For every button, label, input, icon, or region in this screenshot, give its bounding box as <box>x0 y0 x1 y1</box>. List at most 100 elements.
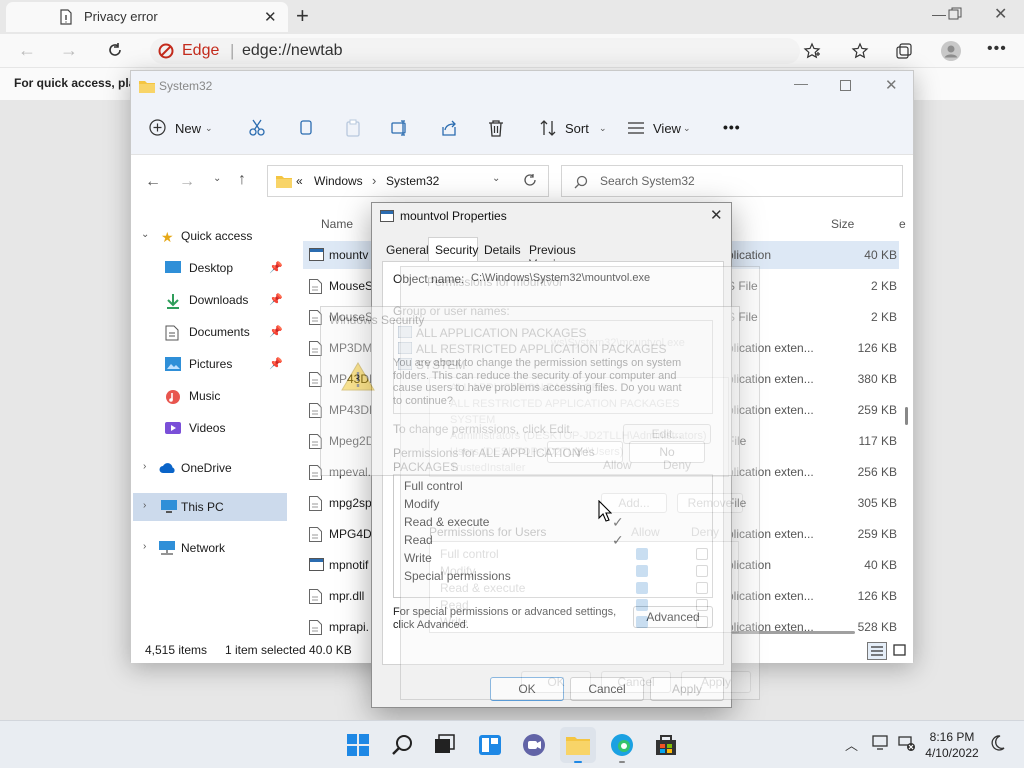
edge-tab[interactable]: Privacy error ✕ <box>6 2 288 32</box>
forward-arrow-icon[interactable]: → <box>60 40 78 61</box>
restore-icon[interactable] <box>948 7 962 21</box>
share-icon[interactable] <box>440 119 458 137</box>
collections-icon[interactable] <box>895 42 913 60</box>
notifications-moon-icon[interactable] <box>988 734 1006 752</box>
ghost-remove-button[interactable]: Remove <box>677 493 743 513</box>
ghost-allow-checkbox[interactable] <box>636 599 648 611</box>
widgets-icon[interactable] <box>472 727 508 763</box>
back-arrow-icon[interactable]: ← <box>18 40 36 61</box>
ghost-deny-checkbox[interactable] <box>696 548 708 560</box>
url-text[interactable]: edge://newtab <box>242 42 343 60</box>
settings-more-icon[interactable]: ••• <box>987 40 1007 58</box>
up-arrow-icon[interactable]: ↑ <box>238 171 246 189</box>
show-hidden-icons-chevron-icon[interactable]: ︿ <box>845 735 858 754</box>
network-expand-icon[interactable]: › <box>143 541 146 552</box>
sidebar-item-pictures[interactable]: Pictures 📌 <box>131 353 291 375</box>
delete-icon[interactable] <box>487 119 505 137</box>
ghost-apply-button[interactable]: Apply <box>681 671 751 693</box>
nav-back-icon[interactable]: ← <box>145 173 161 191</box>
nav-onedrive[interactable]: › OneDrive <box>131 457 303 479</box>
sidebar-item-desktop[interactable]: Desktop 📌 <box>131 257 291 279</box>
add-favorite-icon[interactable] <box>803 42 821 60</box>
sort-button[interactable]: Sort ⌄ <box>539 119 609 139</box>
favorites-icon[interactable] <box>851 42 869 60</box>
ghost-deny-checkbox[interactable] <box>696 582 708 594</box>
store-icon[interactable] <box>648 727 684 763</box>
paste-icon[interactable] <box>344 119 362 137</box>
chat-icon[interactable] <box>516 727 552 763</box>
nav-forward-icon[interactable]: → <box>179 173 195 191</box>
tab-previous-versions[interactable]: Previous Versions <box>525 241 617 271</box>
close-window-icon[interactable]: ✕ <box>994 4 1007 24</box>
file-explorer-taskbar-icon[interactable] <box>560 727 596 763</box>
view-button[interactable]: View ⌄ <box>627 119 697 139</box>
this-pc-expand-icon[interactable]: › <box>143 500 146 511</box>
profile-avatar-icon[interactable] <box>940 40 962 62</box>
explorer-refresh-icon[interactable] <box>523 173 537 187</box>
explorer-maximize-icon[interactable] <box>840 80 851 91</box>
task-view-icon[interactable] <box>426 727 462 763</box>
cut-icon[interactable] <box>248 119 266 137</box>
search-box[interactable]: Search System32 <box>561 165 903 197</box>
ghost-ok-button[interactable]: OK <box>521 671 591 693</box>
column-header-type-fragment[interactable]: e <box>899 217 906 231</box>
explorer-minimize-icon[interactable]: — <box>794 75 808 91</box>
rename-icon[interactable] <box>391 119 409 137</box>
onedrive-expand-icon[interactable]: › <box>143 461 146 472</box>
tab-security[interactable]: Security <box>428 237 478 261</box>
ghost-deny-checkbox[interactable] <box>696 565 708 577</box>
minimize-icon[interactable]: — <box>932 6 946 22</box>
ghost-allow-checkbox[interactable] <box>636 548 648 560</box>
ghost-permission-row: Modify <box>430 563 736 579</box>
ghost-no-button[interactable]: No <box>629 441 705 463</box>
refresh-icon[interactable] <box>106 41 124 59</box>
explorer-close-icon[interactable]: ✕ <box>885 76 898 94</box>
tab-general[interactable]: General <box>382 241 429 259</box>
breadcrumb-system32[interactable]: System32 <box>386 174 439 188</box>
column-header-name[interactable]: Name <box>321 217 353 231</box>
ghost-permission-row: Read & execute <box>430 580 736 596</box>
address-bar[interactable]: Edge | edge://newtab <box>150 38 800 64</box>
ghost-permission-name: Read & execute <box>440 581 526 595</box>
nav-this-pc[interactable]: › This PC <box>133 493 287 521</box>
taskbar-search-icon[interactable] <box>385 727 421 763</box>
details-view-icon[interactable] <box>867 642 887 660</box>
breadcrumb-overflow[interactable]: « <box>296 174 303 188</box>
ghost-allow-checkbox[interactable] <box>636 582 648 594</box>
props-close-icon[interactable]: ✕ <box>710 206 723 224</box>
new-button[interactable]: New ⌄ <box>149 119 219 139</box>
nav-network[interactable]: › Network <box>131 537 303 559</box>
sidebar-item-downloads[interactable]: Downloads 📌 <box>131 289 291 311</box>
ghost-cancel-button[interactable]: Cancel <box>601 671 671 693</box>
recent-locations-icon[interactable]: ⌄ <box>213 173 221 184</box>
clock-date[interactable]: 4/10/2022 <box>922 746 982 760</box>
ghost-allow-checkbox[interactable] <box>636 565 648 577</box>
ghost-deny-checkbox[interactable] <box>696 616 708 628</box>
ghost-add-label: Add... <box>618 496 650 510</box>
nav-quick-access[interactable]: ⌄ ★ Quick access <box>131 225 303 247</box>
expand-chevron-icon[interactable]: ⌄ <box>141 229 149 240</box>
address-chevron-down-icon[interactable]: ⌄ <box>492 173 500 184</box>
see-more-button[interactable]: ••• <box>723 119 741 135</box>
ghost-allow-checkbox[interactable] <box>636 616 648 628</box>
large-icons-view-icon[interactable] <box>893 644 906 657</box>
network-status-icon[interactable] <box>898 735 916 751</box>
clock-time[interactable]: 8:16 PM <box>922 730 982 744</box>
edge-taskbar-icon[interactable] <box>604 727 640 763</box>
breadcrumb[interactable]: « Windows › System32 ⌄ <box>267 165 549 197</box>
sidebar-item-documents[interactable]: Documents 📌 <box>131 321 291 343</box>
ghost-deny-checkbox[interactable] <box>696 599 708 611</box>
column-header-size[interactable]: Size <box>831 217 854 231</box>
breadcrumb-windows[interactable]: Windows <box>314 174 363 188</box>
vertical-scrollbar-thumb[interactable] <box>905 407 908 425</box>
new-tab-button[interactable]: + <box>296 3 309 29</box>
close-tab-icon[interactable]: ✕ <box>264 8 277 26</box>
display-icon[interactable] <box>872 735 890 751</box>
tab-details[interactable]: Details <box>480 241 522 259</box>
sidebar-item-music[interactable]: Music <box>131 385 291 407</box>
copy-icon[interactable] <box>297 119 315 137</box>
start-button[interactable] <box>340 727 376 763</box>
sidebar-item-videos[interactable]: Videos <box>131 417 291 439</box>
ghost-yes-button[interactable]: Yes <box>547 441 623 463</box>
sort-label: Sort <box>565 121 589 136</box>
